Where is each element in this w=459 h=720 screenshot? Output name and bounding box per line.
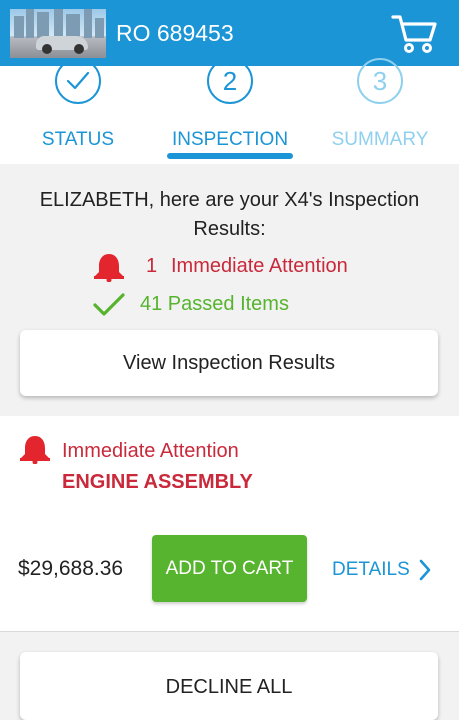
details-link[interactable]: DETAILS xyxy=(332,559,410,581)
tab-inspection-label: INSPECTION xyxy=(171,129,289,150)
app-header: RO 689453 xyxy=(0,0,459,66)
results-headline: ELIZABETH, here are your X4's Inspection… xyxy=(39,189,420,240)
item-name: ENGINE ASSEMBLY xyxy=(62,471,253,493)
bottom-actions: DECLINE ALL xyxy=(0,632,459,720)
attention-label: Immediate Attention xyxy=(171,255,348,277)
step-number-2: 2 xyxy=(207,58,253,104)
inspection-results-summary: ELIZABETH, here are your X4's Inspection… xyxy=(0,164,459,416)
active-tab-indicator xyxy=(167,153,293,159)
repair-order-title: RO 689453 xyxy=(116,20,234,46)
bell-icon xyxy=(94,254,124,282)
progress-steps: STATUS 2 INSPECTION 3 SUMMARY xyxy=(0,58,459,164)
checkmark-icon xyxy=(55,58,101,104)
step-number-3: 3 xyxy=(357,58,403,104)
service-item-card: Immediate Attention ENGINE ASSEMBLY $29,… xyxy=(0,416,459,632)
item-price: $29,688.36 xyxy=(18,557,124,580)
item-status: Immediate Attention xyxy=(62,440,239,462)
add-to-cart-button[interactable]: ADD TO CART xyxy=(152,535,307,602)
decline-all-button[interactable]: DECLINE ALL xyxy=(20,652,438,720)
view-inspection-results-button[interactable]: View Inspection Results xyxy=(20,330,438,396)
tab-summary-label: SUMMARY xyxy=(331,129,429,150)
passed-items-label: 41 Passed Items xyxy=(140,293,289,315)
bell-icon xyxy=(20,436,50,464)
checkmark-icon xyxy=(93,293,125,316)
tab-status-label: STATUS xyxy=(41,129,115,150)
shopping-cart-icon[interactable] xyxy=(390,12,438,54)
attention-count: 1 xyxy=(146,255,158,277)
chevron-right-icon[interactable] xyxy=(418,558,432,582)
vehicle-thumbnail xyxy=(10,9,106,58)
